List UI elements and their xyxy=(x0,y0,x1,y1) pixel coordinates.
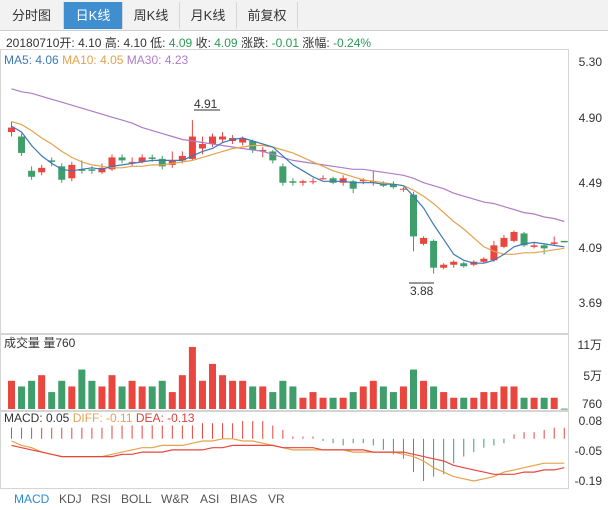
price-axis-tick: 3.69 xyxy=(578,296,602,310)
macd-value: MACD: 0.05 xyxy=(4,411,70,425)
diff-value: DIFF: -0.11 xyxy=(72,411,133,425)
low-label: 低: xyxy=(150,36,166,50)
ma-legend: MA5: 4.06 MA10: 4.05 MA30: 4.23 xyxy=(4,53,188,67)
ma30-legend: MA30: 4.23 xyxy=(126,53,189,67)
volume-axis-tick: 11万 xyxy=(577,338,602,352)
tab-wr[interactable]: W&R xyxy=(161,492,189,506)
price-axis-tick: 5.30 xyxy=(578,55,602,69)
change-value: -0.01 xyxy=(271,36,299,50)
macd-legend: MACD: 0.05 DIFF: -0.11 DEA: -0.13 xyxy=(4,411,195,425)
quote-date: 20180710 xyxy=(6,36,60,50)
price-axis-tick: 4.90 xyxy=(578,111,602,125)
low-value: 4.09 xyxy=(168,36,193,50)
pct-value: -0.24% xyxy=(333,36,372,50)
tab-daily-k[interactable]: 日K线 xyxy=(64,2,123,29)
tab-boll[interactable]: BOLL xyxy=(121,492,152,506)
open-label: 开: xyxy=(59,36,75,50)
pct-label: 涨幅: xyxy=(302,36,330,50)
tab-bias[interactable]: BIAS xyxy=(230,492,257,506)
volume-axis-tick: 760 xyxy=(581,397,602,411)
indicator-tab-bar: MACD KDJ RSI BOLL W&R ASI BIAS VR xyxy=(0,489,608,510)
tab-vr[interactable]: VR xyxy=(268,492,285,506)
period-tab-bar: 分时图 日K线 周K线 月K线 前复权 xyxy=(0,0,608,31)
ma5-legend: MA5: 4.06 xyxy=(4,53,59,67)
macd-axis-tick: -0.19 xyxy=(574,474,602,488)
tab-asi[interactable]: ASI xyxy=(200,492,219,506)
tab-weekly-k[interactable]: 周K线 xyxy=(123,2,180,29)
tab-rsi[interactable]: RSI xyxy=(91,492,111,506)
price-axis-tick: 4.09 xyxy=(578,241,602,255)
high-value: 4.10 xyxy=(123,36,147,50)
tab-intraday[interactable]: 分时图 xyxy=(0,2,64,29)
open-value: 4.10 xyxy=(78,36,102,50)
price-panel xyxy=(0,49,569,335)
price-axis-tick: 4.49 xyxy=(578,176,602,190)
close-label: 收: xyxy=(195,36,211,50)
ma10-legend: MA10: 4.05 xyxy=(62,53,124,67)
tab-forward-adjust[interactable]: 前复权 xyxy=(237,2,298,29)
close-value: 4.09 xyxy=(214,36,238,50)
volume-axis-tick: 5万 xyxy=(583,369,602,383)
volume-label: 成交量 量760 xyxy=(4,336,76,350)
change-label: 涨跌: xyxy=(240,36,269,50)
tab-macd[interactable]: MACD xyxy=(14,492,49,506)
dea-value: DEA: -0.13 xyxy=(135,411,195,425)
macd-axis-tick: -0.05 xyxy=(574,444,602,458)
volume-panel xyxy=(0,333,569,412)
high-label: 高: xyxy=(104,36,121,50)
tab-monthly-k[interactable]: 月K线 xyxy=(180,2,237,29)
macd-axis-tick: 0.08 xyxy=(578,414,602,428)
tab-kdj[interactable]: KDJ xyxy=(59,492,82,506)
